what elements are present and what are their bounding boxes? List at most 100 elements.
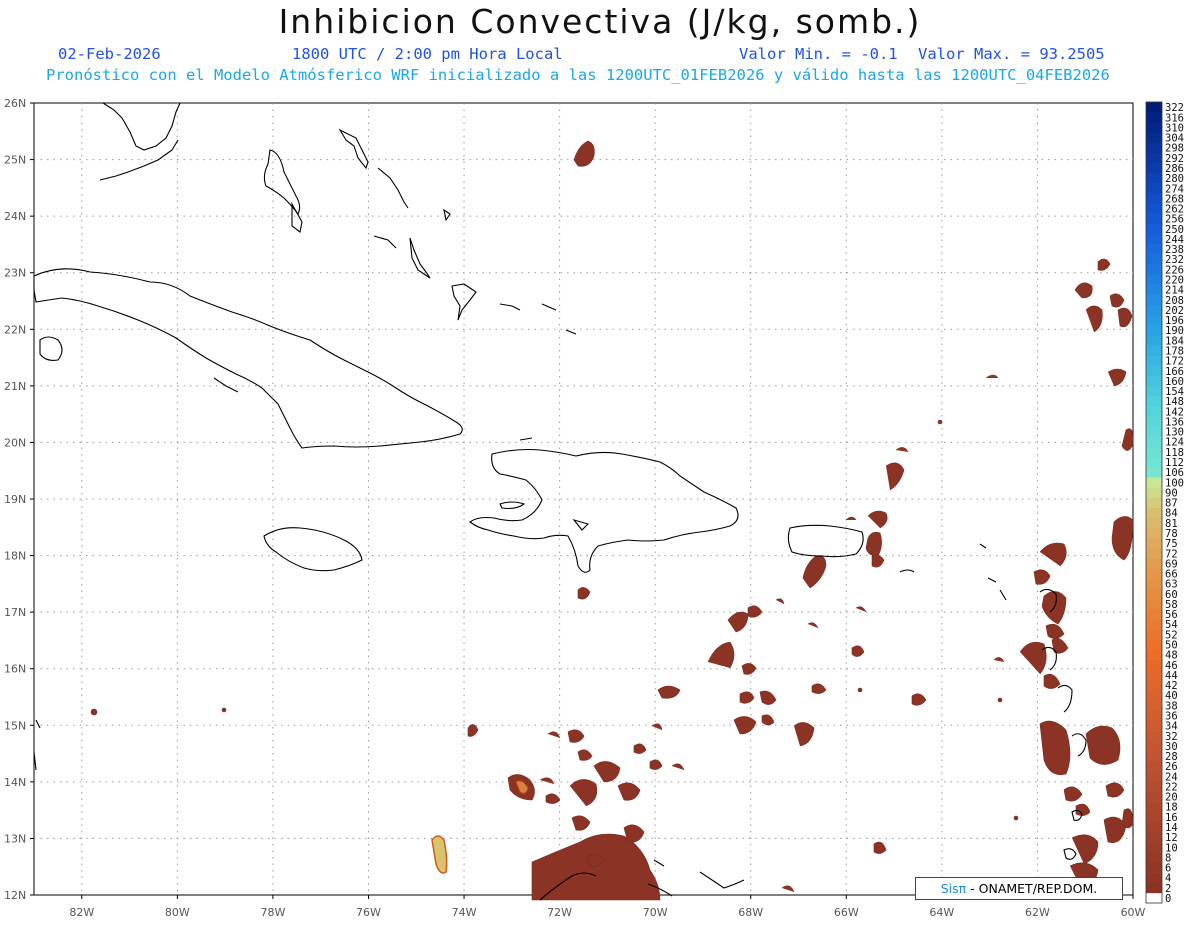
inagua-island xyxy=(451,283,477,321)
colorbar-swatch xyxy=(1146,710,1162,721)
colorbar-swatch xyxy=(1146,771,1162,782)
turks-caicos xyxy=(565,329,577,335)
colorbar-swatch xyxy=(1146,608,1162,620)
lat-tick-label: 13N xyxy=(4,832,26,845)
colorbar-swatch xyxy=(1146,112,1162,123)
colorbar-swatch xyxy=(1146,446,1162,458)
colorbar-swatch xyxy=(1146,730,1162,742)
map-frame xyxy=(33,102,1134,896)
colorbar-swatch xyxy=(1146,852,1162,863)
colorbar-swatch xyxy=(1146,183,1162,194)
colorbar-swatch xyxy=(1146,203,1162,214)
colorbar-swatch xyxy=(1146,325,1162,336)
colorbar-swatch xyxy=(1146,233,1162,245)
lat-tick-label: 15N xyxy=(4,719,26,732)
puerto-rico-coast xyxy=(787,524,864,558)
colorbar-swatch xyxy=(1146,548,1162,559)
lesser-antilles-islet xyxy=(979,543,987,549)
lon-tick-label: 82W xyxy=(69,906,94,919)
colorbar-swatch xyxy=(1146,284,1162,295)
colorbar-swatch xyxy=(1146,821,1162,833)
central-america-coast xyxy=(35,719,41,729)
colorbar-swatch xyxy=(1146,761,1162,772)
turks-caicos xyxy=(541,303,557,311)
colorbar-swatch xyxy=(1146,456,1162,468)
virgin-islands xyxy=(899,569,915,573)
abc-islands xyxy=(653,859,665,867)
st-lucia-coast xyxy=(1071,733,1087,757)
colorbar-swatch xyxy=(1146,132,1162,143)
lon-tick-label: 80W xyxy=(165,906,190,919)
colorbar-swatch xyxy=(1146,629,1162,640)
lon-tick-label: 76W xyxy=(356,906,381,919)
lon-tick-label: 64W xyxy=(929,906,954,919)
lat-tick-label: 19N xyxy=(4,493,26,506)
colorbar-swatch xyxy=(1146,223,1162,235)
colorbar-swatch xyxy=(1146,700,1162,711)
cin-field xyxy=(90,140,1134,901)
colorbar-swatch xyxy=(1146,517,1162,529)
colorbar-swatch xyxy=(1146,396,1162,407)
lat-tick-label: 12N xyxy=(4,889,26,902)
florida-coast xyxy=(102,102,181,151)
lesser-antilles-islet xyxy=(999,589,1007,601)
colorbar-swatch xyxy=(1146,142,1162,153)
colorbar-swatch xyxy=(1146,162,1162,174)
colorbar-swatch xyxy=(1146,537,1162,549)
lon-tick-label: 68W xyxy=(738,906,763,919)
colorbar-swatch xyxy=(1146,619,1162,630)
colorbar-swatch xyxy=(1146,791,1162,802)
colorbar-swatch xyxy=(1146,598,1162,610)
lon-tick-label: 70W xyxy=(643,906,668,919)
colorbar-swatch xyxy=(1146,477,1162,488)
colorbar-swatch xyxy=(1146,832,1162,843)
colorbar-swatch xyxy=(1146,659,1162,671)
cuba-islet xyxy=(213,377,239,393)
colorbar-swatch xyxy=(1146,507,1162,519)
colorbar-swatch xyxy=(1146,679,1162,691)
cat-island xyxy=(377,167,409,209)
colorbar-swatch xyxy=(1146,426,1162,437)
colorbar-swatch xyxy=(1146,375,1162,387)
isla-de-la-juventud xyxy=(39,336,63,361)
sispi-logo-text: Sisπ xyxy=(940,881,967,896)
cin-field-high xyxy=(431,780,529,874)
colorbar-swatch xyxy=(1146,750,1162,762)
colorbar-swatch xyxy=(1146,690,1162,701)
lat-tick-label: 20N xyxy=(4,436,26,449)
lat-tick-label: 14N xyxy=(4,776,26,789)
colorbar-swatch xyxy=(1146,172,1162,184)
lon-tick-label: 72W xyxy=(547,906,572,919)
lesser-antilles-islet xyxy=(987,577,997,583)
colorbar-swatch xyxy=(1146,842,1162,853)
tortuga-island xyxy=(519,437,533,441)
bahamas-islet xyxy=(373,235,397,249)
colorbar-swatch xyxy=(1146,406,1162,417)
gonave-island xyxy=(499,501,526,510)
colorbar-swatch xyxy=(1146,102,1162,113)
eleuthera-island xyxy=(338,128,369,170)
colorbar: 0246810121416182022242628303234363840424… xyxy=(1145,101,1184,905)
lat-tick-label: 18N xyxy=(4,550,26,563)
south-america-coast xyxy=(699,871,745,889)
lat-tick-label: 16N xyxy=(4,663,26,676)
colorbar-swatch xyxy=(1146,264,1162,275)
colorbar-swatch xyxy=(1146,669,1162,681)
colorbar-swatch xyxy=(1146,527,1162,539)
colorbar-swatch xyxy=(1146,294,1162,306)
martinique-coast xyxy=(1057,684,1073,713)
colorbar-swatch xyxy=(1146,892,1162,904)
colorbar-swatch xyxy=(1146,801,1162,813)
axis-labels: 12N 13N 14N 15N 16N 17N 18N 19N 20N 21N 22N 23N 24N 2… xyxy=(4,97,1146,919)
colorbar-swatch xyxy=(1146,740,1162,752)
lat-tick-label: 21N xyxy=(4,380,26,393)
hispaniola-coast xyxy=(469,448,739,573)
colorbar-swatch xyxy=(1146,243,1162,255)
long-island xyxy=(409,237,431,279)
lat-tick-label: 25N xyxy=(4,154,26,167)
colorbar-swatch xyxy=(1146,497,1162,508)
map-canvas: 12N 13N 14N 15N 16N 17N 18N 19N 20N 21N 22N 23N 24N 2… xyxy=(4,97,1184,919)
colorbar-swatch xyxy=(1146,781,1162,792)
cuba-coast xyxy=(33,268,463,449)
lon-tick-label: 78W xyxy=(260,906,285,919)
